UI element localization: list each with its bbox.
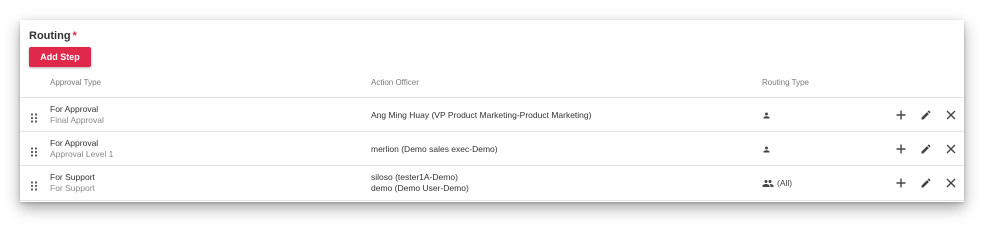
add-step-button[interactable]: Add Step bbox=[29, 47, 91, 67]
action-officer: siloso (tester1A-Demo) bbox=[371, 172, 458, 182]
approval-type-cell: For Approval Final Approval bbox=[50, 104, 104, 126]
add-icon[interactable] bbox=[895, 177, 907, 189]
close-icon[interactable] bbox=[945, 177, 957, 189]
approval-subtype: Final Approval bbox=[50, 115, 104, 125]
add-icon[interactable] bbox=[895, 109, 907, 121]
person-icon bbox=[762, 111, 771, 120]
approval-type-cell: For Support For Support bbox=[50, 172, 95, 194]
action-officer-cell: Ang Ming Huay (VP Product Marketing-Prod… bbox=[371, 110, 591, 121]
column-header-routing-type: Routing Type bbox=[762, 78, 809, 87]
action-officer: Ang Ming Huay (VP Product Marketing-Prod… bbox=[371, 110, 592, 120]
required-mark: * bbox=[72, 30, 77, 42]
drag-handle-icon[interactable] bbox=[30, 144, 38, 157]
routing-type-cell: (All) bbox=[762, 177, 792, 189]
approval-subtype: For Support bbox=[50, 183, 95, 193]
action-officer-cell: merlion (Demo sales exec-Demo) bbox=[371, 144, 498, 155]
table-row: For Support For Support siloso (tester1A… bbox=[20, 165, 964, 201]
drag-handle-icon[interactable] bbox=[30, 178, 38, 191]
edit-icon[interactable] bbox=[920, 143, 932, 155]
edit-icon[interactable] bbox=[920, 109, 932, 121]
drag-handle-icon[interactable] bbox=[30, 110, 38, 123]
column-header-approval-type: Approval Type bbox=[50, 78, 101, 87]
routing-type-cell bbox=[762, 143, 774, 155]
approval-type: For Support bbox=[50, 172, 95, 182]
approval-type: For Approval bbox=[50, 104, 99, 114]
add-icon[interactable] bbox=[895, 143, 907, 155]
group-icon bbox=[762, 179, 774, 188]
action-officer: demo (Demo User-Demo) bbox=[371, 183, 469, 193]
edit-icon[interactable] bbox=[920, 177, 932, 189]
routing-type-text: (All) bbox=[777, 178, 793, 188]
action-officer: merlion (Demo sales exec-Demo) bbox=[371, 144, 498, 154]
close-icon[interactable] bbox=[945, 143, 957, 155]
routing-title-text: Routing bbox=[29, 30, 71, 42]
routing-card: Routing * Add Step Approval Type Action O… bbox=[20, 20, 964, 202]
approval-type-cell: For Approval Approval Level 1 bbox=[50, 138, 113, 160]
table-row: For Approval Approval Level 1 merlion (D… bbox=[20, 131, 964, 166]
table-row: For Approval Final Approval Ang Ming Hua… bbox=[20, 97, 964, 132]
routing-title: Routing * bbox=[29, 30, 77, 42]
approval-subtype: Approval Level 1 bbox=[50, 149, 114, 159]
column-header-action-officer: Action Officer bbox=[371, 78, 419, 87]
person-icon bbox=[762, 145, 771, 154]
action-officer-cell: siloso (tester1A-Demo) demo (Demo User-D… bbox=[371, 172, 469, 194]
close-icon[interactable] bbox=[945, 109, 957, 121]
approval-type: For Approval bbox=[50, 138, 99, 148]
routing-type-cell bbox=[762, 109, 774, 121]
